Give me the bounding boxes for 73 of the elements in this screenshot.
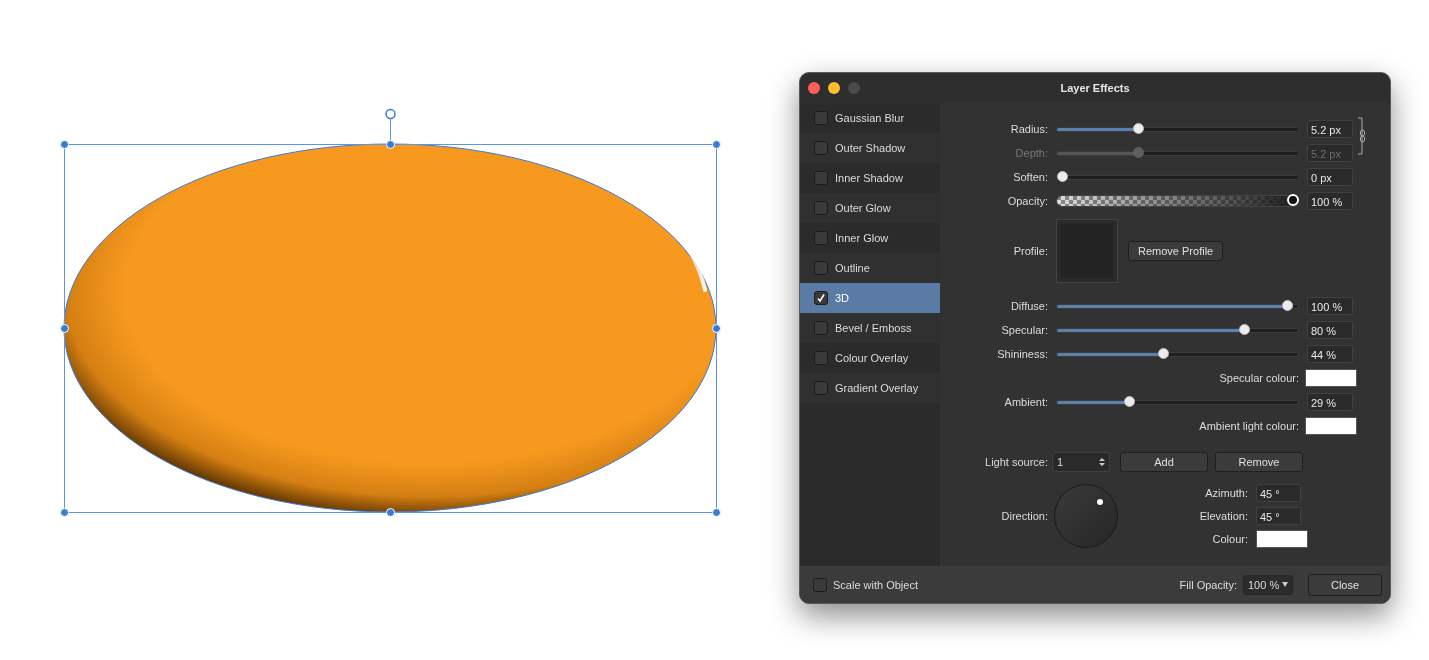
field-label: Elevation: — [1198, 510, 1248, 522]
checkbox[interactable] — [814, 291, 828, 305]
checkbox[interactable] — [814, 261, 828, 275]
value-field[interactable]: 29 % — [1307, 393, 1353, 411]
add-button[interactable]: Add — [1120, 452, 1208, 472]
colour-swatch[interactable] — [1305, 417, 1357, 435]
field-label: Light source: — [984, 456, 1048, 468]
field-label: Diffuse: — [1009, 300, 1048, 312]
field-label: Direction: — [1000, 510, 1048, 522]
slider-handle[interactable] — [1132, 122, 1144, 134]
close-button[interactable]: Close — [1308, 573, 1382, 596]
field-label: Specular: — [1000, 324, 1048, 336]
effect-item[interactable]: Outline — [800, 253, 940, 283]
effect-item[interactable]: Bevel / Emboss — [800, 313, 940, 343]
value-field[interactable]: 44 % — [1307, 345, 1353, 363]
value-field[interactable]: 0 px — [1307, 168, 1353, 186]
value-field[interactable]: 100 % — [1307, 192, 1353, 210]
slider-handle[interactable] — [1282, 299, 1294, 311]
field-label: Colour: — [1211, 533, 1248, 545]
effect-item[interactable]: Outer Glow — [800, 193, 940, 223]
caret-icon — [1282, 582, 1288, 587]
checkbox[interactable] — [813, 577, 827, 592]
resize-handle[interactable] — [60, 508, 69, 517]
value-field[interactable]: 45 ° — [1256, 507, 1301, 525]
resize-handle[interactable] — [60, 324, 69, 333]
resize-handle[interactable] — [386, 508, 395, 517]
slider-handle[interactable] — [1057, 170, 1068, 182]
checkbox[interactable] — [814, 201, 828, 215]
checkbox[interactable] — [814, 351, 828, 365]
slider-handle[interactable] — [1158, 347, 1170, 359]
slider-handle[interactable] — [1123, 395, 1135, 407]
remove-button[interactable]: Remove — [1215, 452, 1303, 472]
checkbox[interactable] — [814, 381, 828, 395]
field-label: Shininess: — [996, 348, 1048, 360]
value-field[interactable]: 80 % — [1307, 321, 1353, 339]
field-label: Soften: — [1012, 171, 1048, 183]
field-label: Opacity: — [1006, 195, 1048, 207]
colour-swatch[interactable] — [1256, 530, 1308, 548]
close-button[interactable] — [808, 82, 820, 94]
checkbox[interactable] — [814, 141, 828, 155]
field-label: Azimuth: — [1204, 487, 1248, 499]
resize-handle[interactable] — [712, 508, 721, 517]
field-label: Fill Opacity: — [1179, 578, 1237, 591]
value-field[interactable]: 45 ° — [1256, 484, 1301, 502]
field-label: Ambient: — [1003, 396, 1048, 408]
effect-item[interactable]: Outer Shadow — [800, 133, 940, 163]
value-field[interactable]: 100 % — [1307, 297, 1353, 315]
light-source-stepper[interactable]: 1 — [1052, 452, 1110, 472]
resize-handle[interactable] — [386, 140, 395, 149]
resize-handle[interactable] — [712, 324, 721, 333]
checkbox-label: Scale with Object — [833, 578, 918, 591]
stepper-icon[interactable] — [1099, 457, 1105, 467]
effect-item[interactable]: Gradient Overlay — [800, 373, 940, 403]
remove-profile-button[interactable]: Remove Profile — [1128, 241, 1224, 261]
field-label: Depth: — [1014, 147, 1048, 159]
colour-swatch[interactable] — [1305, 369, 1357, 387]
checkbox[interactable] — [814, 321, 828, 335]
field-label: Profile: — [1012, 245, 1048, 257]
effect-item[interactable]: 3D — [800, 283, 940, 313]
resize-handle[interactable] — [712, 140, 721, 149]
minimize-button[interactable] — [828, 82, 840, 94]
window-title: Layer Effects — [1060, 82, 1130, 94]
link-icon[interactable] — [1357, 117, 1366, 155]
value-field[interactable]: 5.2 px — [1307, 120, 1353, 138]
resize-handle[interactable] — [60, 140, 69, 149]
slider-handle[interactable] — [1238, 323, 1250, 335]
field-label: Ambient light colour: — [1198, 420, 1299, 432]
checkbox[interactable] — [814, 231, 828, 245]
field-label: Specular colour: — [1218, 372, 1299, 384]
field-label: Radius: — [1009, 123, 1048, 135]
checkbox[interactable] — [814, 171, 828, 185]
checkbox[interactable] — [814, 111, 828, 125]
fill-opacity-dropdown[interactable]: 100 % — [1243, 574, 1293, 595]
